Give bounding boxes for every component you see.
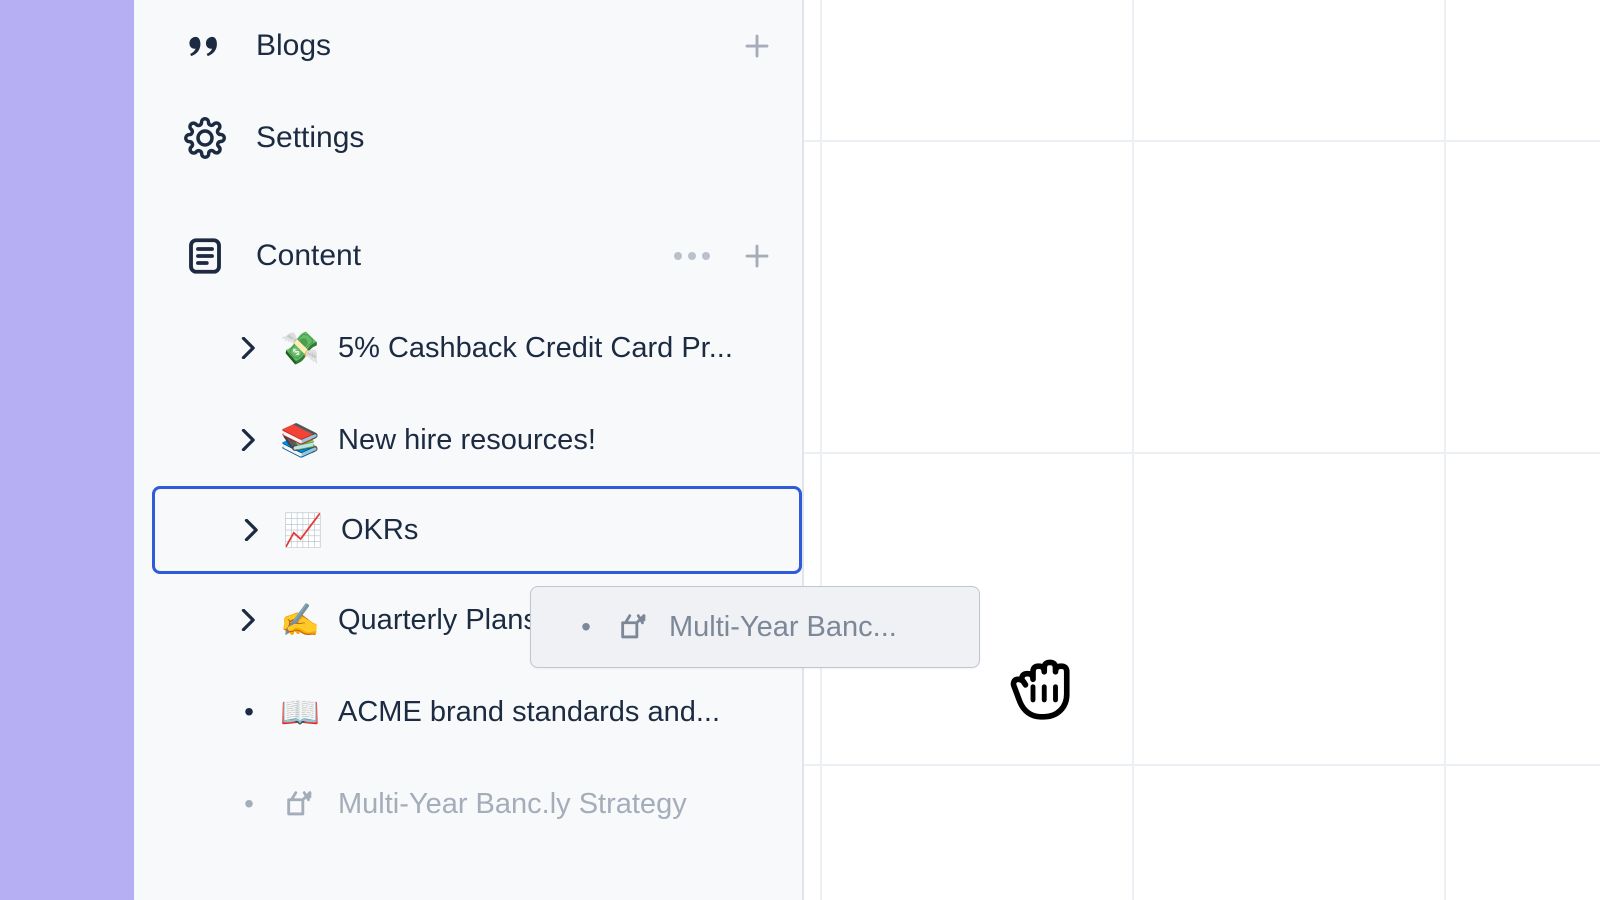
gear-icon [182,117,228,159]
writing-emoji-icon: ✍️ [280,601,320,639]
nav-item-label: Blogs [256,29,331,63]
nav-item-blogs[interactable]: Blogs [134,0,802,92]
tree-item-label: Multi-Year Banc.ly Strategy [338,788,687,821]
tree-item-strategy-ghost[interactable]: • Multi-Year Banc.ly Strategy [134,758,802,850]
money-emoji-icon: 💸 [280,329,320,367]
add-content-button[interactable] [742,241,772,271]
whiteboard-icon [280,787,320,821]
canvas-grid [804,0,1600,900]
app-rail [0,0,134,900]
tree-item-label: OKRs [341,514,418,547]
grab-cursor-icon [1003,638,1093,728]
bullet-icon: • [236,788,262,820]
tree-item-label: Quarterly Plans [338,604,538,637]
bullet-icon: • [573,611,599,643]
chevron-right-icon[interactable] [236,337,262,359]
book-emoji-icon: 📖 [280,693,320,731]
drag-preview: • Multi-Year Banc... [530,586,980,668]
chevron-right-icon[interactable] [239,519,265,541]
tree-item-label: New hire resources! [338,424,596,457]
nav-item-label: Settings [256,121,364,155]
chart-emoji-icon: 📈 [283,511,323,549]
section-label: Content [256,239,361,273]
canvas[interactable] [804,0,1600,900]
chevron-right-icon[interactable] [236,609,262,631]
section-content[interactable]: Content [134,210,802,302]
quote-icon [182,24,228,68]
tree-item-label: ACME brand standards and... [338,696,720,729]
bullet-icon: • [236,696,262,728]
more-icon[interactable] [672,250,712,262]
tree-item-label: 5% Cashback Credit Card Pr... [338,332,733,365]
sidebar: Blogs Settings Content [134,0,804,900]
books-emoji-icon: 📚 [280,421,320,459]
chevron-right-icon[interactable] [236,429,262,451]
tree-item-cashback[interactable]: 💸 5% Cashback Credit Card Pr... [134,302,802,394]
tree-item-acme[interactable]: • 📖 ACME brand standards and... [134,666,802,758]
whiteboard-icon [617,610,651,644]
tree-item-okrs[interactable]: 📈 OKRs [152,486,802,574]
tree-item-newhire[interactable]: 📚 New hire resources! [134,394,802,486]
add-blog-button[interactable] [742,31,772,61]
drag-preview-label: Multi-Year Banc... [669,611,897,644]
nav-item-settings[interactable]: Settings [134,92,802,184]
document-icon [182,235,228,277]
